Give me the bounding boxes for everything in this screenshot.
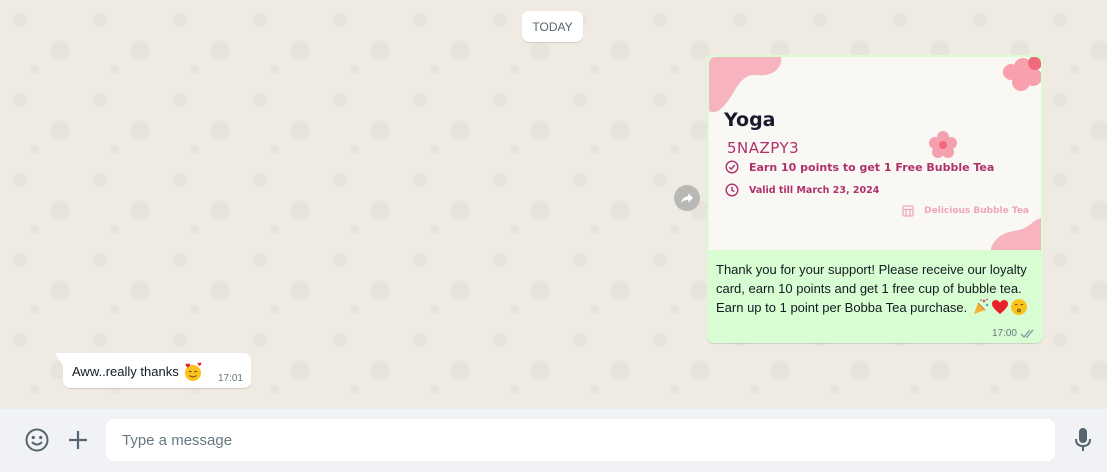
check-circle-icon — [725, 160, 739, 174]
card-title: Yoga — [724, 109, 776, 131]
card-valid-text: Valid till March 23, 2024 — [749, 184, 880, 196]
card-decoration-top-right — [1003, 57, 1041, 91]
double-check-icon — [1020, 328, 1036, 339]
card-decoration-bottom-right — [991, 218, 1041, 250]
emoji-button[interactable] — [22, 425, 52, 455]
outgoing-message-bubble[interactable]: Yoga 5NAZPY3 Earn 10 points to get 1 Fre… — [707, 55, 1043, 343]
incoming-message-body: Aww..really thanks — [72, 363, 179, 379]
kissing-face-emoji — [1010, 298, 1028, 316]
card-points-row: Earn 10 points to get 1 Free Bubble Tea — [725, 160, 994, 174]
card-points-text: Earn 10 points to get 1 Free Bubble Tea — [749, 160, 995, 174]
chat-area[interactable]: TODAY Yoga 5NAZPY3 Earn 10 points to get… — [0, 0, 1107, 408]
card-code: 5NAZPY3 — [727, 139, 800, 157]
plus-icon — [67, 429, 89, 451]
forward-button[interactable] — [674, 185, 700, 211]
flower-icon — [929, 131, 957, 158]
incoming-message-time: 17:01 — [217, 373, 243, 384]
incoming-message-bubble[interactable]: Aww..really thanks 17:01 — [55, 353, 251, 388]
incoming-message-text: Aww..really thanks — [72, 362, 202, 381]
party-popper-emoji — [972, 298, 990, 316]
message-input[interactable] — [106, 419, 1055, 461]
store-icon — [902, 205, 914, 217]
forward-icon — [679, 190, 695, 206]
card-decoration-top-left — [709, 57, 782, 113]
loyalty-card-image[interactable]: Yoga 5NAZPY3 Earn 10 points to get 1 Fre… — [709, 57, 1041, 250]
smiley-icon — [24, 427, 50, 453]
bubble-tail — [55, 353, 63, 366]
card-shop-name: Delicious Bubble Tea — [924, 206, 1029, 216]
smiling-face-with-hearts-emoji — [183, 362, 202, 381]
outgoing-message-text: Thank you for your support! Please recei… — [716, 260, 1031, 317]
outgoing-message-meta: 17:00 — [992, 328, 1036, 339]
microphone-icon — [1074, 427, 1092, 453]
message-composer — [0, 408, 1107, 472]
card-shop-row: Delicious Bubble Tea — [902, 205, 1029, 217]
red-heart-emoji — [991, 298, 1009, 316]
clock-icon — [725, 183, 739, 197]
outgoing-message-time: 17:00 — [991, 328, 1017, 339]
attach-button[interactable] — [63, 425, 93, 455]
voice-message-button[interactable] — [1068, 425, 1098, 455]
date-chip: TODAY — [522, 11, 583, 42]
card-valid-row: Valid till March 23, 2024 — [725, 183, 879, 197]
